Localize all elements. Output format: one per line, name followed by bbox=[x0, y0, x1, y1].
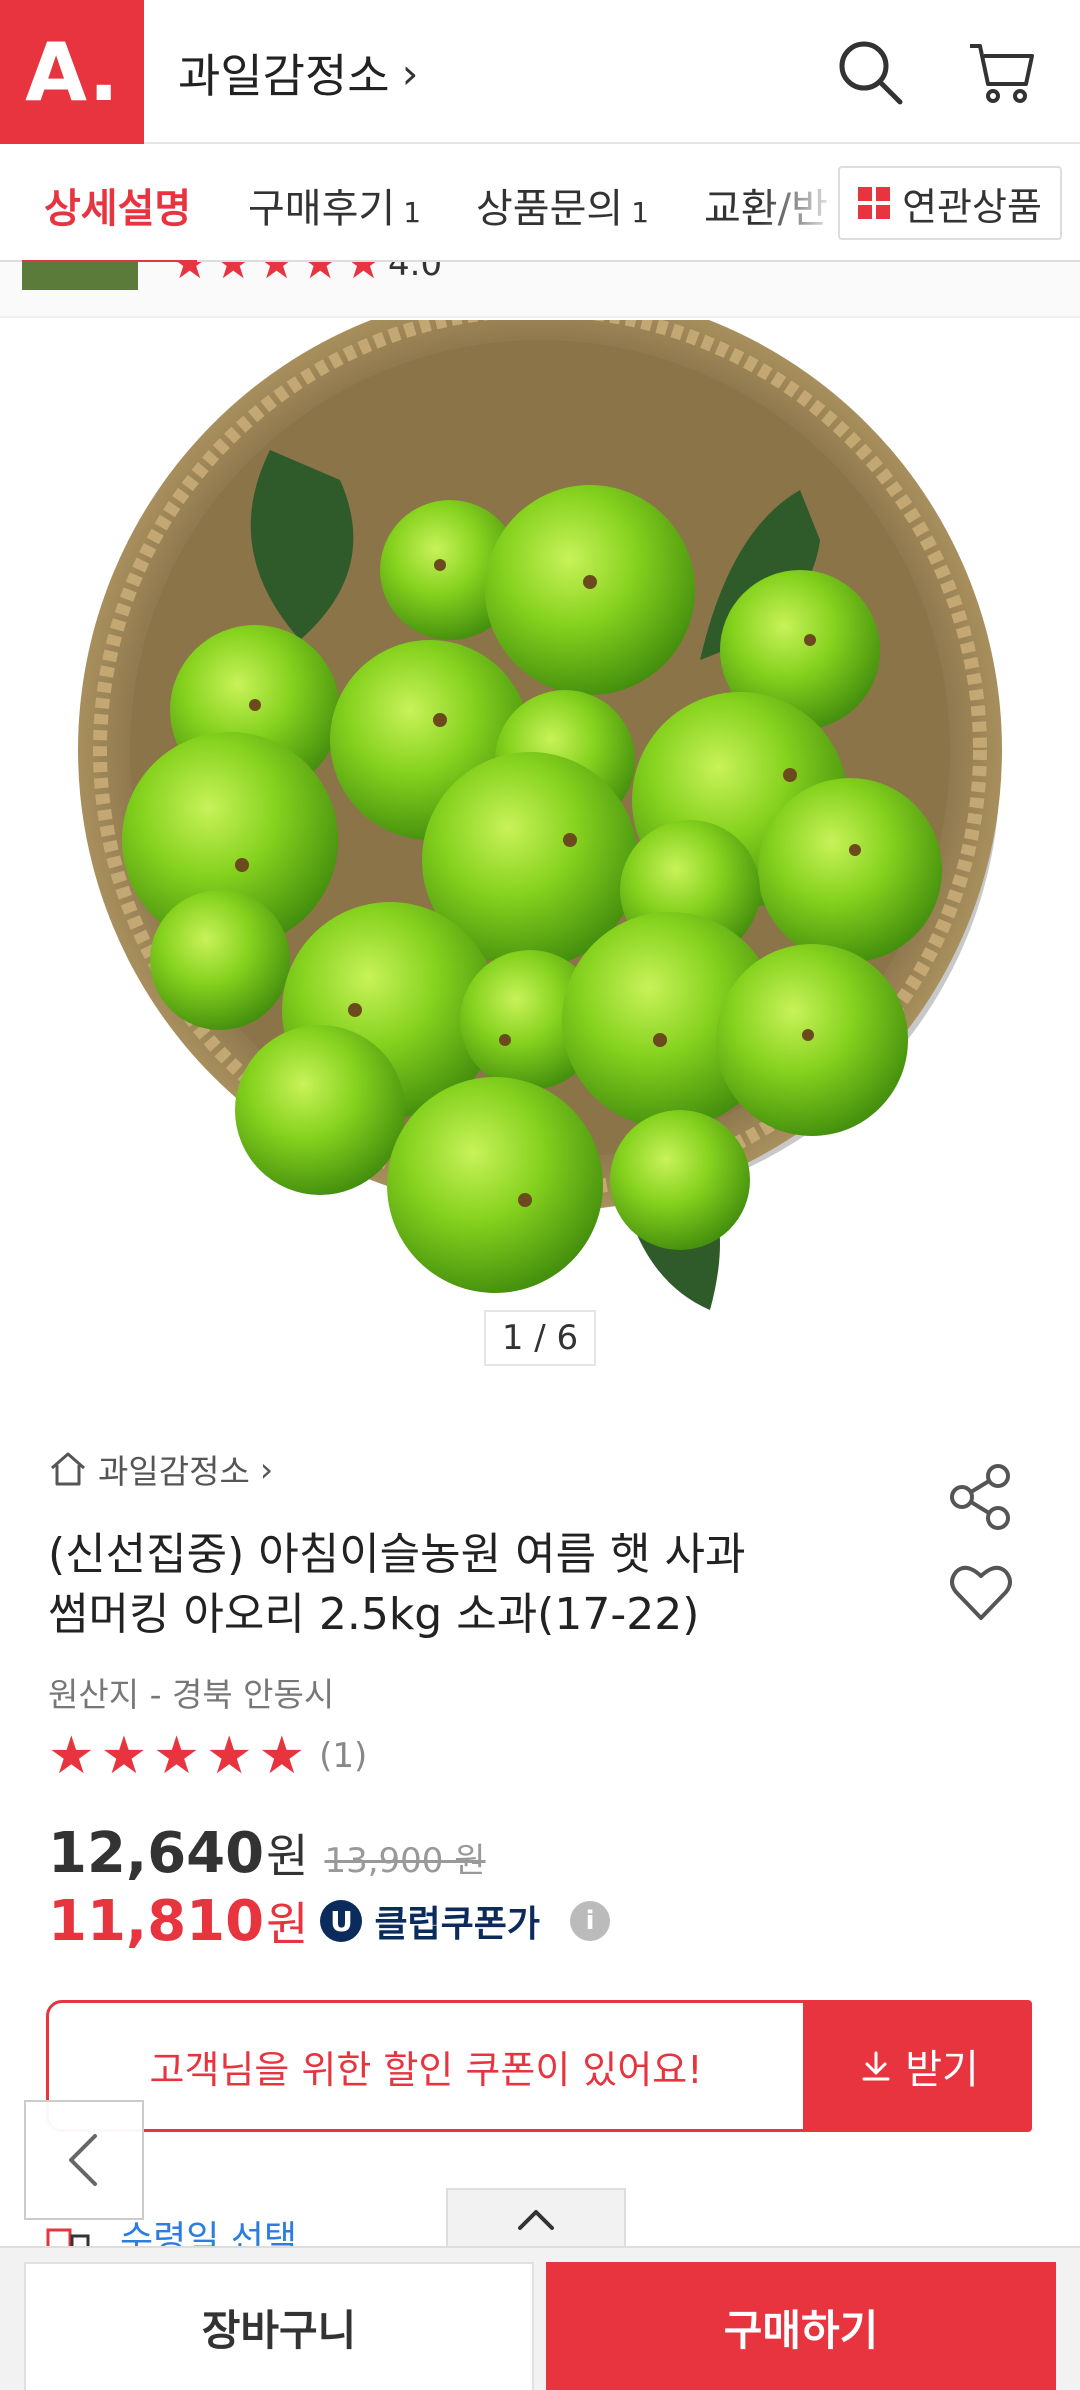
store-name-link[interactable]: 과일감정소 › bbox=[178, 40, 418, 106]
related-products-label: 연관상품 bbox=[902, 184, 1042, 229]
price-value: 12,640 bbox=[48, 1821, 265, 1886]
tab-qna[interactable]: 상품문의 1 bbox=[476, 176, 649, 234]
add-to-cart-button[interactable]: 장바구니 bbox=[24, 2262, 534, 2390]
star-icon: ★ bbox=[205, 1726, 253, 1786]
coupon-download-label: 받기 bbox=[905, 2047, 979, 2093]
cart-icon[interactable] bbox=[966, 36, 1038, 108]
tab-count: 1 bbox=[631, 196, 650, 229]
price-unit: 원 bbox=[266, 1829, 309, 1883]
club-badge-icon: U bbox=[320, 1900, 363, 1942]
tab-details[interactable]: 상세설명 bbox=[44, 176, 191, 234]
detail-tabs: 상세설명 구매후기 1 상품문의 1 교환/반 연관상품 bbox=[0, 146, 1080, 266]
heart-icon[interactable] bbox=[946, 1558, 1016, 1628]
review-count: (1) bbox=[319, 1736, 368, 1776]
grid-icon bbox=[858, 187, 891, 219]
product-title-line: (신선집중) 아침이슬농원 여름 햇 사과 bbox=[48, 1529, 746, 1580]
product-image bbox=[78, 320, 1002, 1310]
club-coupon-label: 클럽쿠폰가 bbox=[374, 1904, 541, 1945]
product-rating[interactable]: ★ ★ ★ ★ ★ (1) bbox=[48, 1728, 367, 1784]
search-icon[interactable] bbox=[834, 36, 906, 108]
tab-count: 1 bbox=[403, 196, 422, 229]
tab-label: 상품문의 bbox=[476, 186, 624, 232]
brand-logo[interactable]: A. bbox=[0, 0, 144, 144]
download-icon bbox=[862, 2051, 890, 2081]
club-price-unit: 원 bbox=[266, 1897, 309, 1951]
star-icon: ★ bbox=[258, 1726, 306, 1786]
home-icon bbox=[51, 1452, 85, 1486]
breadcrumb-store: 과일감정소 bbox=[98, 1452, 250, 1491]
share-icon[interactable] bbox=[946, 1462, 1016, 1532]
coupon-banner[interactable]: 고객님을 위한 할인 쿠폰이 있어요! bbox=[46, 2000, 806, 2132]
chevron-up-icon bbox=[518, 2210, 554, 2230]
chevron-left-icon bbox=[69, 2134, 97, 2186]
related-products-button[interactable]: 연관상품 bbox=[838, 166, 1062, 240]
info-icon[interactable]: i bbox=[570, 1901, 611, 1941]
coupon-message: 고객님을 위한 할인 쿠폰이 있어요! bbox=[149, 2047, 703, 2092]
club-price-value: 11,810 bbox=[48, 1888, 265, 1954]
buy-now-button[interactable]: 구매하기 bbox=[546, 2262, 1056, 2390]
star-icon: ★ bbox=[100, 1726, 148, 1786]
rating-stars: ★★★★★ bbox=[170, 262, 388, 289]
tab-fade bbox=[760, 146, 840, 258]
gallery-page-indicator: 1 / 6 bbox=[484, 1310, 596, 1366]
options-drawer-toggle[interactable] bbox=[446, 2188, 626, 2248]
thumbnail bbox=[22, 262, 138, 290]
coupon-download-button[interactable]: 받기 bbox=[806, 2000, 1032, 2132]
star-icon: ★ bbox=[153, 1726, 200, 1786]
product-origin: 원산지 - 경북 안동시 bbox=[48, 1675, 335, 1714]
product-title: (신선집중) 아침이슬농원 여름 햇 사과 썸머킹 아오리 2.5kg 소과(1… bbox=[48, 1525, 908, 1645]
purchase-bar: 장바구니 구매하기 bbox=[0, 2246, 1080, 2390]
tab-label: 상세설명 bbox=[44, 186, 192, 232]
product-title-line: 썸머킹 아오리 2.5kg 소과(17-22) bbox=[48, 1589, 700, 1640]
chevron-right-icon: › bbox=[401, 48, 419, 98]
sale-price: 12,640 원 13,900 원 bbox=[48, 1820, 486, 1886]
tab-label: 구매후기 bbox=[248, 186, 396, 232]
store-name: 과일감정소 bbox=[178, 49, 390, 103]
breadcrumb[interactable]: 과일감정소 › bbox=[48, 1445, 273, 1493]
tab-reviews[interactable]: 구매후기 1 bbox=[248, 176, 421, 234]
chevron-right-icon: › bbox=[259, 1449, 274, 1489]
product-image-gallery[interactable]: 1 / 6 bbox=[0, 320, 1080, 1380]
star-icon: ★ bbox=[48, 1726, 95, 1786]
rating-value: 4.0 bbox=[388, 262, 443, 284]
back-button[interactable] bbox=[24, 2100, 144, 2220]
app-header: A. 과일감정소 › bbox=[0, 0, 1080, 144]
previous-item-peek: ★★★★★ 4.0 bbox=[0, 262, 1080, 318]
original-price: 13,900 원 bbox=[324, 1841, 486, 1881]
club-coupon-price: 11,810 원 U 클럽쿠폰가 i bbox=[48, 1888, 611, 1954]
